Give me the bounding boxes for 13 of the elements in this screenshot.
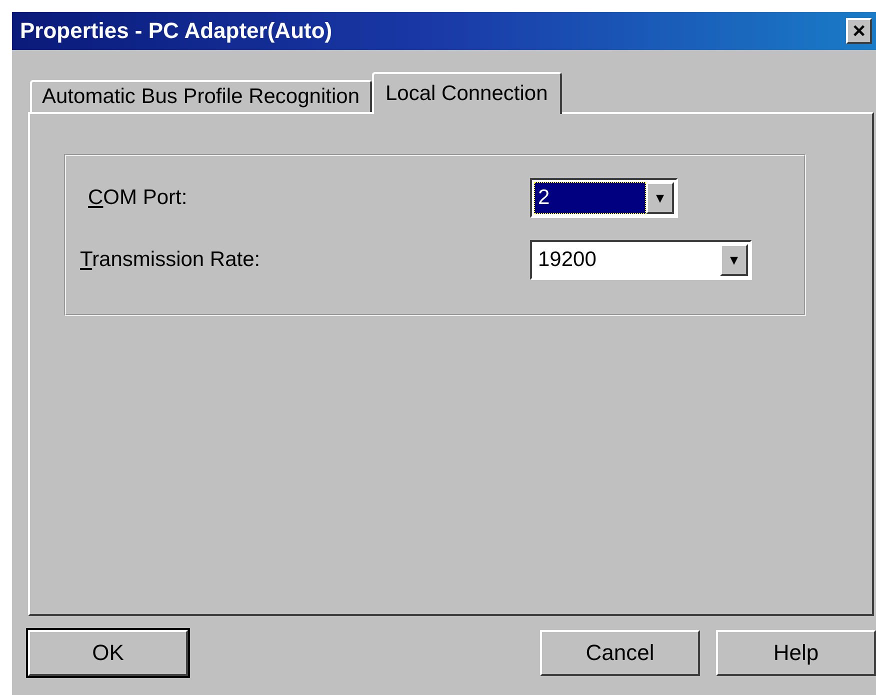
dropdown-field[interactable]: 19200 ▾ <box>530 240 752 280</box>
field-label: COM Port: <box>88 186 188 210</box>
close-button[interactable]: × <box>846 18 872 44</box>
dropdown-value: 19200 <box>537 247 598 273</box>
tab[interactable]: Local Connection <box>372 72 562 114</box>
window-title: Properties - PC Adapter(Auto) <box>20 18 334 44</box>
dropdown-field[interactable]: 2 ▾ <box>530 178 678 218</box>
dialog-button[interactable]: Help <box>716 630 876 676</box>
dropdown-value: 2 <box>534 182 646 214</box>
dialog-button[interactable]: Cancel <box>540 630 700 676</box>
field-label: Transmission Rate: <box>80 248 262 272</box>
tab[interactable]: Automatic Bus Profile Recognition <box>30 80 372 112</box>
default-button[interactable]: OK <box>28 630 188 676</box>
